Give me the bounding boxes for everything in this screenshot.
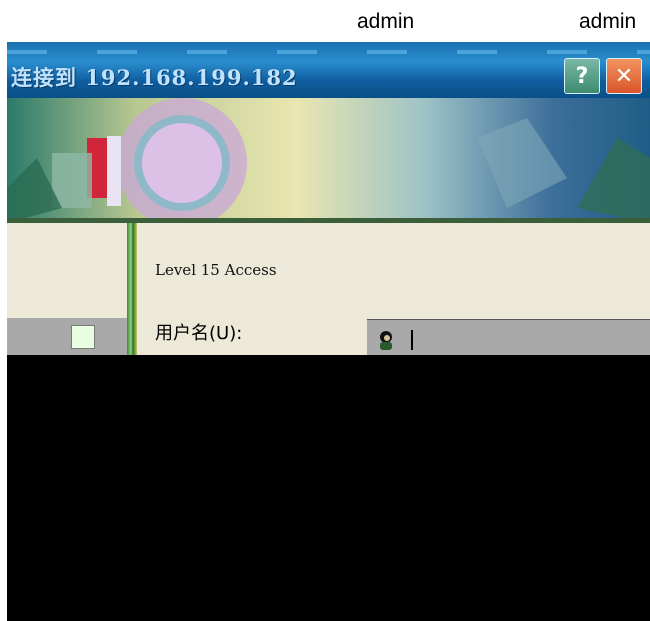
- text-caret: [411, 330, 413, 350]
- top-caption-2: admin: [579, 10, 637, 33]
- help-button[interactable]: ?: [564, 58, 600, 94]
- close-icon: ✕: [614, 63, 634, 89]
- username-input[interactable]: [367, 319, 650, 356]
- user-icon: [380, 331, 392, 350]
- occluded-region: [7, 355, 650, 621]
- panel-separator: [127, 223, 137, 355]
- dialog-content: Level 15 Access 用户名(U):: [137, 223, 650, 356]
- dialog-title: 连接到 192.168.199.182: [11, 65, 298, 90]
- realm-text: Level 15 Access: [155, 261, 277, 279]
- help-icon: ?: [575, 63, 589, 89]
- top-caption-1: admin: [357, 10, 415, 33]
- close-button[interactable]: ✕: [606, 58, 642, 94]
- user-dropdown-list[interactable]: [7, 318, 127, 355]
- list-icon: [71, 325, 95, 349]
- connect-dialog: 连接到 192.168.199.182 ? ✕ Level 15 Access …: [7, 42, 650, 621]
- username-label: 用户名(U):: [155, 323, 243, 344]
- dialog-banner: [7, 98, 650, 223]
- dialog-titlebar[interactable]: 连接到 192.168.199.182 ? ✕: [7, 42, 650, 98]
- banner-art: [7, 98, 650, 223]
